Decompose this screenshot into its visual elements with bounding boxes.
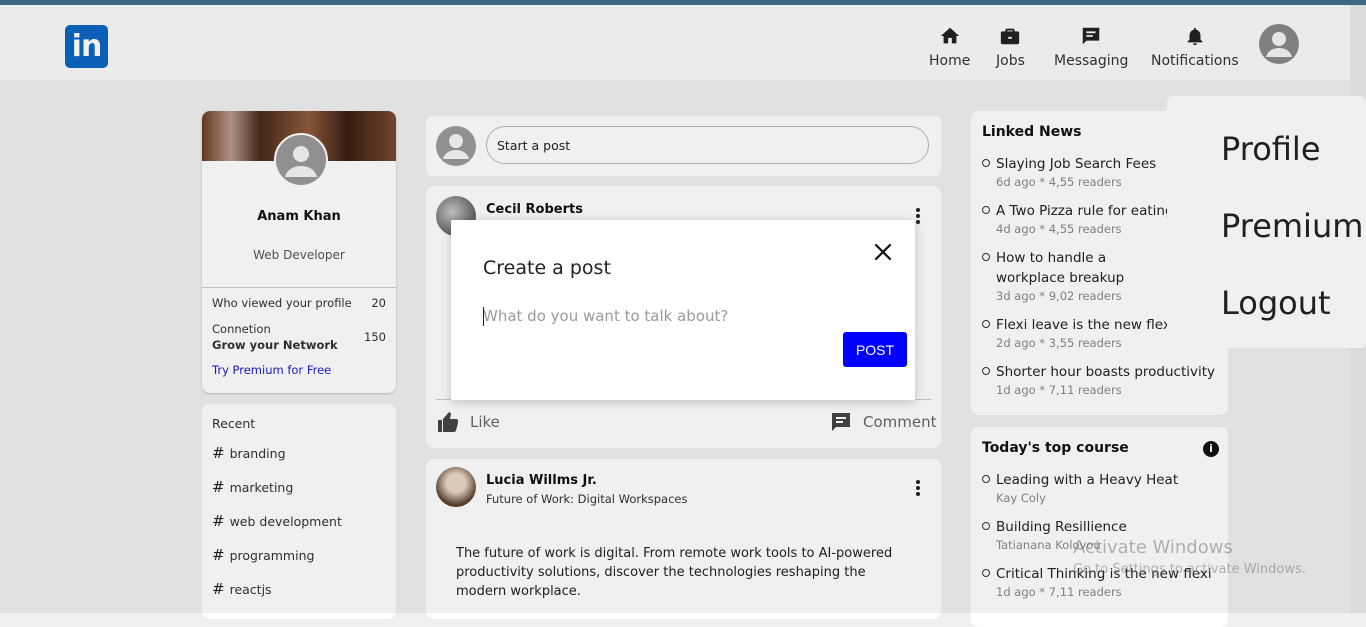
- activate-windows-title: Activate Windows: [1073, 537, 1233, 558]
- post-text-input[interactable]: [483, 304, 833, 328]
- text-caret: [483, 307, 484, 326]
- activate-windows-subtitle: Go to Settings to activate Windows.: [1073, 562, 1306, 577]
- close-icon[interactable]: [873, 242, 893, 262]
- post-button[interactable]: POST: [843, 332, 907, 367]
- create-post-modal: Create a post POST: [451, 220, 915, 400]
- modal-title: Create a post: [483, 257, 611, 279]
